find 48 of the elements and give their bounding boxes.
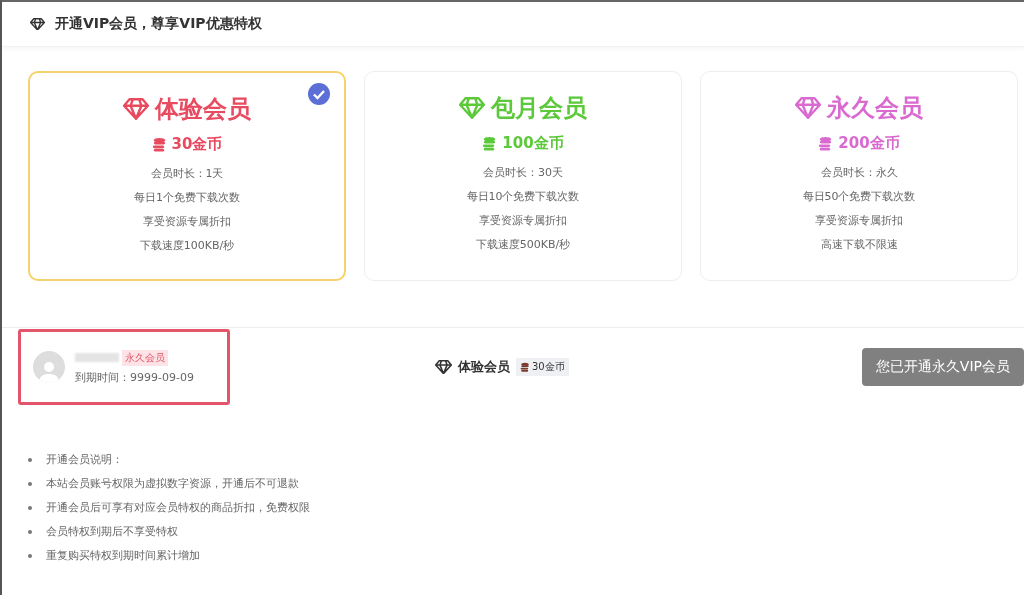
plan-feature: 高速下载不限速 [820,237,898,253]
plan-feature: 每日50个免费下载次数 [802,189,916,205]
plan-price: 100金币 [502,134,564,153]
plan-feature: 每日1个免费下载次数 [134,190,240,206]
expiry-date: 到期时间：9999-09-09 [75,369,194,385]
blurred-username [75,353,119,362]
bullet-dot [28,554,32,558]
diamond-icon [123,97,149,121]
plan-feature: 享受资源专属折扣 [143,214,231,230]
plan-name: 永久会员 [827,93,923,124]
price-tag: 30金币 [516,358,569,376]
check-icon [308,83,330,105]
note-item: 会员特权到期后不享受特权 [46,525,178,539]
note-item: 开通会员后可享有对应会员特权的商品折扣，免费权限 [46,501,310,515]
note-item: 重复购买特权到期时间累计增加 [46,549,200,563]
bullet-dot [28,506,32,510]
coins-icon [520,362,530,372]
plan-price: 200金币 [838,134,900,153]
diamond-icon [30,17,45,31]
bullet-dot [28,482,32,486]
plan-feature: 每日10个免费下载次数 [466,189,580,205]
coins-icon [151,137,167,152]
note-item: 开通会员说明： [46,453,123,467]
diamond-icon [435,359,452,375]
avatar [33,351,65,383]
plan-feature: 享受资源专属折扣 [815,213,903,229]
bullet-dot [28,458,32,462]
plan-feature: 会员时长：永久 [820,165,898,181]
section-title: 开通VIP会员，尊享VIP优惠特权 [55,15,262,33]
diamond-icon [795,96,821,120]
diamond-icon [459,96,485,120]
selected-plan: 体验会员 [458,358,510,376]
coins-icon [482,136,498,151]
plan-feature: 享受资源专属折扣 [479,213,567,229]
plan-price: 30金币 [171,135,223,154]
plan-feature: 下载速度500KB/秒 [475,237,571,253]
member-badge: 永久会员 [122,349,168,366]
plan-name: 包月会员 [491,93,587,124]
bullet-dot [28,530,32,534]
note-item: 本站会员账号权限为虚拟数字资源，开通后不可退款 [46,477,299,491]
plan-feature: 会员时长：1天 [150,166,224,182]
plan-feature: 下载速度100KB/秒 [139,238,235,254]
plan-feature: 会员时长：30天 [483,165,563,181]
plan-card[interactable]: 永久会员 200金币 会员时长：永久 每日50个免费下载次数 享受资源专属折扣 高速下载不限速 [700,71,1018,281]
plan-card[interactable]: 包月会员 100金币 会员时长：30天 每日10个免费下载次数 享受资源专属折扣 下载速度500KB/秒 [364,71,682,281]
plan-card[interactable]: 体验会员 30金币 会员时长：1天 每日1个免费下载次数 享受资源专属折扣 下载速度100KB/秒 [28,71,346,281]
plan-name: 体验会员 [155,94,251,125]
coins-icon [818,136,834,151]
